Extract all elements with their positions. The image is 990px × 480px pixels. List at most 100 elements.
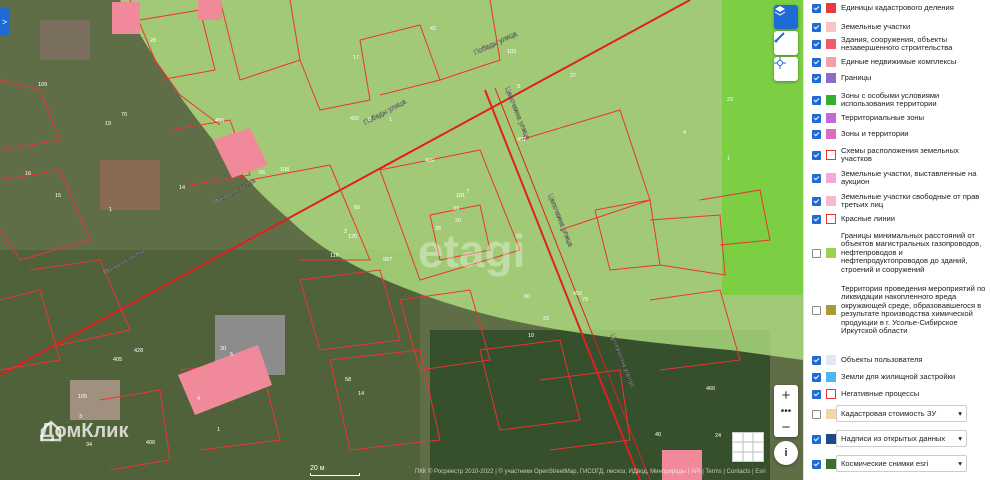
layer-checkbox[interactable] — [812, 305, 821, 315]
layer-dropdown[interactable]: Надписи из открытых данных ▾ — [836, 430, 967, 447]
chevron-down-icon: ▾ — [958, 409, 962, 418]
layer-swatch — [826, 248, 836, 259]
layer-swatch — [826, 459, 836, 469]
layer-checkbox[interactable] — [812, 129, 821, 139]
layer-checkbox[interactable] — [812, 409, 821, 419]
layer-item[interactable]: Негативные процессы — [812, 389, 988, 399]
layer-label: Земельные участки, выставленные на аукци… — [841, 169, 977, 187]
parcel-number-label: 10 — [528, 333, 534, 339]
layer-item[interactable]: Границы минимальных расстояний от объект… — [812, 231, 988, 274]
dropdown-label: Кадастровая стоимость ЗУ — [841, 409, 937, 418]
layers-panel: Единицы кадастрового деления Земельные уч… — [803, 0, 990, 480]
scale-bar-line — [310, 473, 360, 476]
layer-dropdown[interactable]: Кадастровая стоимость ЗУ ▾ — [836, 405, 967, 422]
layer-checkbox[interactable] — [812, 173, 821, 183]
layer-checkbox[interactable] — [812, 196, 821, 206]
locate-button[interactable] — [774, 57, 798, 81]
parcel-number-label: 1 — [389, 117, 392, 123]
map-overlay: Победы улицаПобеды улицаПобеды улицаПобе… — [0, 0, 803, 480]
info-icon: i — [784, 447, 788, 459]
layer-item[interactable]: Земельные участки свободные от прав трет… — [812, 192, 988, 210]
layer-checkbox[interactable] — [812, 459, 821, 469]
layer-checkbox[interactable] — [812, 95, 821, 105]
layer-label: Территориальные зоны — [841, 112, 925, 122]
layer-checkbox[interactable] — [812, 372, 821, 382]
parcel-number-label: 14 — [358, 391, 364, 397]
layer-label: Единицы кадастрового деления — [841, 2, 954, 12]
layer-item[interactable]: Схемы расположения земельных участков — [812, 146, 988, 164]
layer-checkbox[interactable] — [812, 73, 821, 83]
layer-item[interactable]: Зоны и территории — [812, 129, 988, 139]
parcel-number-label: 1 — [217, 427, 220, 433]
parcel-number-label: 19 — [105, 121, 111, 127]
layer-item[interactable]: Красные линии — [812, 214, 988, 224]
layer-item[interactable]: Единые недвижимые комплексы — [812, 57, 988, 67]
layer-item[interactable]: Зоны с особыми условиями использования т… — [812, 91, 988, 109]
parcel-number-label: 15 — [55, 193, 61, 199]
layer-item[interactable]: Территория проведения мероприятий по лик… — [812, 284, 988, 335]
layer-swatch — [826, 73, 836, 83]
layer-item[interactable]: Объекты пользователя — [812, 355, 988, 365]
zoom-in-button[interactable]: + — [774, 385, 798, 405]
layer-checkbox[interactable] — [812, 150, 821, 160]
layer-label: Зоны и территории — [841, 128, 909, 138]
parcel-number-label: 120 — [348, 234, 357, 240]
dropdown-label: Надписи из открытых данных — [841, 434, 946, 443]
layer-swatch — [826, 3, 836, 13]
layer-swatch — [826, 372, 836, 382]
layer-item[interactable]: Единицы кадастрового деления — [812, 3, 988, 13]
parcel-number-label: 406 — [146, 440, 155, 446]
roof-shape — [100, 160, 160, 210]
layer-checkbox[interactable] — [812, 22, 821, 32]
layer-item[interactable]: Земельные участки — [812, 22, 988, 32]
ruler-icon — [774, 32, 785, 43]
parcel-number-label: 1 — [727, 156, 730, 162]
layer-checkbox[interactable] — [812, 434, 821, 444]
layer-label: Негативные процессы — [841, 388, 920, 398]
parcel-number-label: 402 — [350, 116, 359, 122]
layer-item[interactable]: Земельные участки, выставленные на аукци… — [812, 169, 988, 187]
parcel-number-label: 105 — [78, 394, 87, 400]
layer-item[interactable]: Территориальные зоны — [812, 113, 988, 123]
layer-swatch — [826, 150, 836, 161]
roof-shape — [70, 380, 120, 420]
parcel-number-label: 16 — [25, 171, 31, 177]
layer-swatch — [826, 129, 836, 139]
collapse-tab-button[interactable]: > — [0, 8, 9, 36]
parcel-number-label: 60 — [524, 294, 530, 300]
layer-checkbox[interactable] — [812, 389, 821, 399]
layer-checkbox[interactable] — [812, 3, 821, 13]
parcel-number-label: 997 — [383, 257, 392, 263]
parcel-number-label: 109 — [38, 82, 47, 88]
layers-button[interactable] — [774, 5, 798, 29]
layer-swatch — [826, 355, 836, 365]
layer-label: Схемы расположения земельных участков — [841, 146, 959, 164]
building-parcel — [112, 2, 140, 34]
layer-checkbox[interactable] — [812, 214, 821, 224]
info-button[interactable]: i — [774, 441, 798, 465]
layer-label: Красные линии — [841, 213, 896, 223]
parcel-number-label: 65 — [354, 205, 360, 211]
parcel-number-label: 428 — [134, 348, 143, 354]
layer-item[interactable]: Здания, сооружения, объекты незавершенно… — [812, 35, 988, 53]
parcel-number-label: 1 — [109, 207, 112, 213]
parcel-number-label: 452 — [573, 291, 582, 297]
layer-swatch — [826, 173, 836, 184]
layer-checkbox[interactable] — [812, 248, 821, 258]
chevron-down-icon: ▾ — [958, 434, 962, 443]
layer-checkbox[interactable] — [812, 113, 821, 123]
layer-item[interactable]: Границы — [812, 73, 988, 83]
layer-item[interactable]: Земли для жилищной застройки — [812, 372, 988, 382]
layer-checkbox[interactable] — [812, 355, 821, 365]
parcel-number-label: 56 — [259, 170, 265, 176]
layer-checkbox[interactable] — [812, 57, 821, 67]
minimap[interactable] — [732, 432, 764, 462]
map-view[interactable]: Победы улица Победы улица Победы улица Побе… — [0, 0, 803, 480]
parcel-number-label: 70 — [121, 112, 127, 118]
layer-dropdown[interactable]: Космические снимки esri ▾ — [836, 455, 967, 472]
layer-swatch — [826, 196, 836, 207]
zoom-out-button[interactable]: − — [774, 417, 798, 437]
layer-swatch — [826, 22, 836, 32]
layer-checkbox[interactable] — [812, 39, 821, 49]
ruler-button[interactable] — [774, 31, 798, 55]
